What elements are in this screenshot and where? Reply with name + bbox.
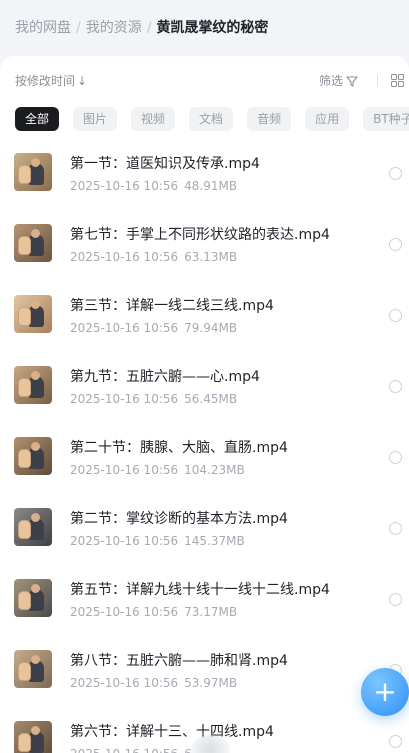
video-thumbnail <box>14 153 52 191</box>
breadcrumb-separator: / <box>76 20 81 36</box>
file-list: 第一节：道医知识及传承.mp4 2025-10-16 10:56 48.91MB 第七… <box>0 140 409 753</box>
file-size: 104.23MB <box>184 463 245 477</box>
file-date: 2025-10-16 10:56 <box>70 534 179 548</box>
file-name: 第二十节：胰腺、大脑、直肠.mp4 <box>70 440 288 456</box>
breadcrumb-separator: / <box>146 20 152 36</box>
grid-view-icon[interactable] <box>391 74 404 87</box>
file-name: 第二节：掌纹诊断的基本方法.mp4 <box>70 511 288 527</box>
file-row[interactable]: 第三节：详解一线二线三线.mp4 2025-10-16 10:56 79.94MB <box>0 282 409 353</box>
file-browser-page: 我的网盘 / 我的资源 / 黄凯晟掌纹的秘密 按修改时间 ↓ 筛选 全部 图片 视频… <box>0 0 409 753</box>
video-thumbnail <box>14 366 52 404</box>
sort-arrow-icon: ↓ <box>77 73 88 88</box>
file-row[interactable]: 第五节：详解九线十线十一线十二线.mp4 2025-10-16 10:56 73.1… <box>0 566 409 637</box>
filter-chip[interactable]: 视频 <box>131 107 176 131</box>
file-meta: 2025-10-16 10:56 48.91MB <box>70 178 237 194</box>
file-size: 145.37MB <box>184 534 245 548</box>
file-size: 56.45MB <box>184 392 238 406</box>
file-row[interactable]: 第二节：掌纹诊断的基本方法.mp4 2025-10-16 10:56 145.37M… <box>0 495 409 566</box>
file-row[interactable]: 第一节：道医知识及传承.mp4 2025-10-16 10:56 48.91MB <box>0 140 409 211</box>
sort-button[interactable]: 按修改时间 ↓ <box>15 72 87 89</box>
file-date: 2025-10-16 10:56 <box>70 676 179 690</box>
breadcrumb-item-my-drive[interactable]: 我的网盘 <box>15 18 71 38</box>
file-date: 2025-10-16 10:56 <box>70 179 179 193</box>
file-size: 63.13MB <box>184 250 238 264</box>
file-name: 第三节：详解一线二线三线.mp4 <box>70 298 274 314</box>
file-meta: 2025-10-16 10:56 53.97MB <box>70 675 237 691</box>
filter-chip[interactable]: 图片 <box>73 107 118 131</box>
file-meta: 2025-10-16 10:56 104.23MB <box>70 462 245 478</box>
file-name: 第五节：详解九线十线十一线十二线.mp4 <box>70 582 330 598</box>
breadcrumb: 我的网盘 / 我的资源 / 黄凯晟掌纹的秘密 <box>15 18 268 38</box>
filter-chip[interactable]: 音频 <box>247 107 292 131</box>
breadcrumb-item-my-resources[interactable]: 我的资源 <box>86 18 142 38</box>
file-date: 2025-10-16 10:56 <box>70 463 179 477</box>
select-radio[interactable] <box>389 380 402 393</box>
file-meta: 2025-10-16 10:56 63.13MB <box>70 249 237 265</box>
file-size: 73.17MB <box>184 605 238 619</box>
file-date: 2025-10-16 10:56 <box>70 392 179 406</box>
add-button[interactable]: + <box>361 668 409 716</box>
select-radio[interactable] <box>389 309 402 322</box>
video-thumbnail <box>14 721 52 753</box>
filter-chip[interactable]: 文档 <box>189 107 234 131</box>
file-size: 48.91MB <box>184 179 238 193</box>
file-date: 2025-10-16 10:56 <box>70 747 178 753</box>
filter-button[interactable]: 筛选 <box>319 72 358 89</box>
select-radio[interactable] <box>389 522 402 535</box>
filter-chip[interactable]: 全部 <box>15 107 60 131</box>
plus-icon: + <box>373 675 397 708</box>
file-row[interactable]: 第二十节：胰腺、大脑、直肠.mp4 2025-10-16 10:56 104.23M… <box>0 424 409 495</box>
file-name: 第九节：五脏六腑——心.mp4 <box>70 369 260 385</box>
file-size: 79.94MB <box>184 321 238 335</box>
select-radio[interactable] <box>389 238 402 251</box>
filter-chip[interactable]: 应用 <box>305 107 350 131</box>
file-date: 2025-10-16 10:56 <box>70 250 179 264</box>
filter-chip[interactable]: BT种子 <box>363 107 409 131</box>
file-meta: 2025-10-16 10:566 <box>70 746 192 753</box>
select-radio[interactable] <box>389 735 402 748</box>
video-thumbnail <box>14 508 52 546</box>
file-meta: 2025-10-16 10:56 145.37MB <box>70 533 245 549</box>
select-radio[interactable] <box>389 451 402 464</box>
file-meta: 2025-10-16 10:56 79.94MB <box>70 320 237 336</box>
sort-label: 按修改时间 <box>15 74 76 88</box>
file-date: 2025-10-16 10:56 <box>70 605 179 619</box>
breadcrumb-current-folder: 黄凯晟掌纹的秘密 <box>156 20 269 36</box>
video-thumbnail <box>14 295 52 333</box>
toolbar-divider <box>377 75 378 87</box>
file-row[interactable]: 第九节：五脏六腑——心.mp4 2025-10-16 10:56 56.45MB <box>0 353 409 424</box>
filter-icon <box>346 75 358 87</box>
file-meta: 2025-10-16 10:56 56.45MB <box>70 391 237 407</box>
file-name: 第八节：五脏六腑——肺和肾.mp4 <box>70 653 288 669</box>
select-radio[interactable] <box>389 593 402 606</box>
file-name: 第七节：手掌上不同形状纹路的表达.mp4 <box>70 227 330 243</box>
file-name: 第一节：道医知识及传承.mp4 <box>70 156 260 172</box>
file-meta: 2025-10-16 10:56 73.17MB <box>70 604 237 620</box>
select-radio[interactable] <box>389 167 402 180</box>
file-row[interactable]: 第八节：五脏六腑——肺和肾.mp4 2025-10-16 10:56 53.97MB <box>0 637 409 708</box>
video-thumbnail <box>14 437 52 475</box>
type-filter-chips: 全部 图片 视频 文档 音频 应用 BT种子 <box>15 107 409 131</box>
video-thumbnail <box>14 650 52 688</box>
filter-label: 筛选 <box>319 74 344 88</box>
file-size: 53.97MB <box>184 676 238 690</box>
video-thumbnail <box>14 579 52 617</box>
video-thumbnail <box>14 224 52 262</box>
file-date: 2025-10-16 10:56 <box>70 321 179 335</box>
file-row[interactable]: 第七节：手掌上不同形状纹路的表达.mp4 2025-10-16 10:56 63.1… <box>0 211 409 282</box>
